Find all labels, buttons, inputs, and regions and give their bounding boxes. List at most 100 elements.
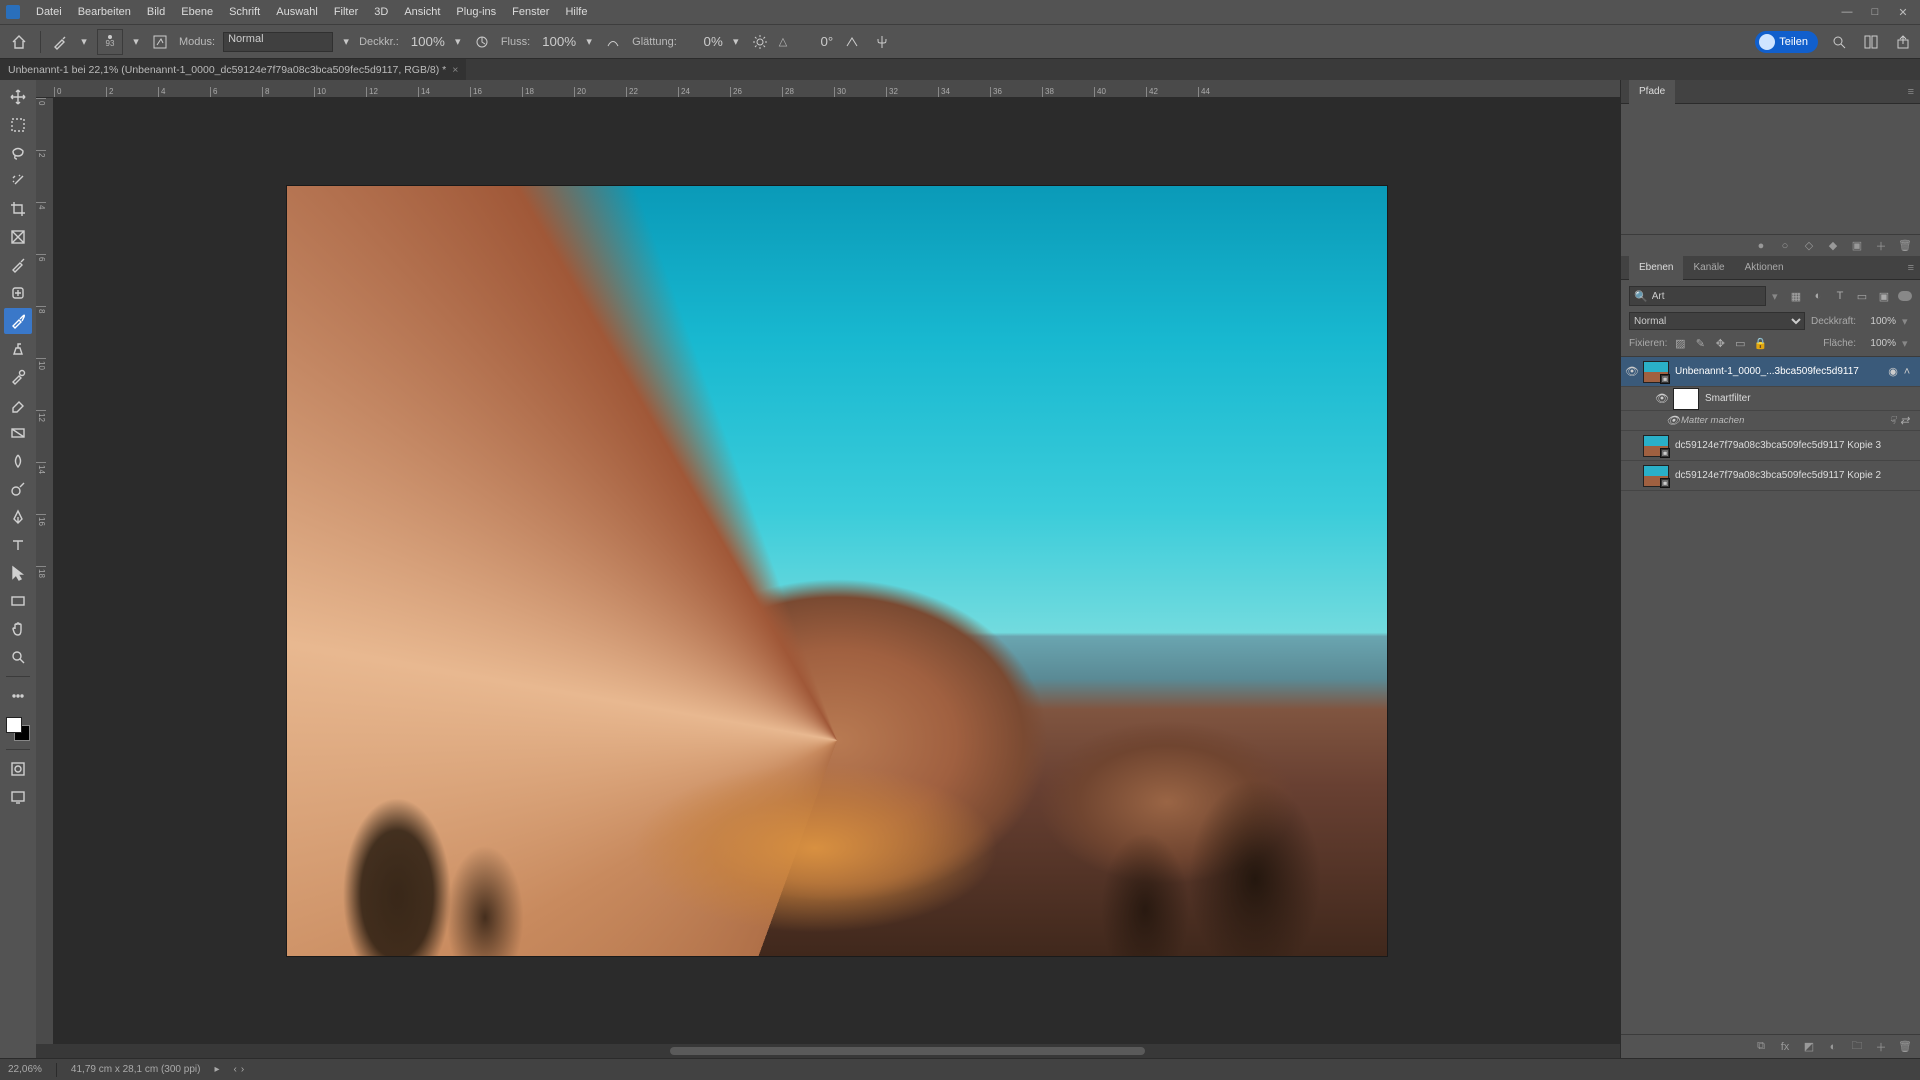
layer-mask-icon[interactable]: ◩ [1802,1040,1816,1054]
filter-mask-thumbnail[interactable] [1673,388,1699,410]
edit-toolbar-icon[interactable] [4,683,32,709]
lock-artboard-icon[interactable]: ▭ [1733,336,1747,350]
blur-tool[interactable] [4,448,32,474]
menu-layer[interactable]: Ebene [173,0,221,24]
lasso-tool[interactable] [4,140,32,166]
smart-filter-name[interactable]: Matter machen [1681,415,1885,426]
delete-path-icon[interactable]: 🗑 [1898,239,1912,253]
smoothing-options-icon[interactable] [749,31,771,53]
angle-input[interactable] [795,34,833,49]
healing-brush-tool[interactable] [4,280,32,306]
layer-style-icon[interactable]: fx [1778,1040,1792,1054]
search-icon[interactable] [1828,31,1850,53]
layer-filter-kind[interactable] [1652,291,1692,302]
new-layer-icon[interactable]: ＋ [1874,1040,1888,1054]
menu-window[interactable]: Fenster [504,0,557,24]
filter-blend-options-icon[interactable]: ⇄ [1900,414,1914,427]
menu-help[interactable]: Hilfe [557,0,595,24]
layer-visibility-toggle[interactable]: 👁 [1665,414,1681,427]
symmetry-icon[interactable] [871,31,893,53]
layer-row[interactable]: ▣ dc59124e7f79a08c3bca509fec5d9117 Kopie… [1621,431,1920,461]
status-dropdown-icon[interactable]: ▸ [214,1064,219,1075]
airbrush-icon[interactable] [602,31,624,53]
filter-smart-icon[interactable]: ▣ [1876,288,1892,304]
history-brush-tool[interactable] [4,364,32,390]
lock-all-icon[interactable]: 🔒 [1753,336,1767,350]
selection-to-path-icon[interactable]: ◆ [1826,239,1840,253]
smoothing-dropdown-icon[interactable]: ▾ [731,32,741,52]
layer-thumbnail[interactable]: ▣ [1643,361,1669,383]
layer-name[interactable]: Unbenannt-1_0000_...3bca509fec5d9117 [1675,366,1886,377]
add-mask-icon[interactable]: ▣ [1850,239,1864,253]
pen-tool[interactable] [4,504,32,530]
filter-dropdown-icon[interactable]: ▾ [1772,290,1782,303]
menu-plugins[interactable]: Plug-ins [448,0,504,24]
horizontal-ruler[interactable]: 0246810121416182022242628303234363840424… [36,80,1620,98]
horizontal-scrollbar[interactable] [36,1044,1620,1058]
smart-filter-row[interactable]: 👁 Smartfilter [1621,387,1920,411]
layer-opacity-dropdown-icon[interactable]: ▾ [1902,315,1912,328]
brush-tool[interactable] [4,308,32,334]
dodge-tool[interactable] [4,476,32,502]
layer-visibility-toggle[interactable]: 👁 [1621,365,1643,378]
gradient-tool[interactable] [4,420,32,446]
screen-mode-icon[interactable] [4,784,32,810]
workspace-icon[interactable] [1860,31,1882,53]
layer-list[interactable]: 👁 ▣ Unbenannt-1_0000_...3bca509fec5d9117… [1621,357,1920,1034]
layer-group-icon[interactable]: 🗀 [1850,1040,1864,1054]
filter-pixel-icon[interactable]: ▦ [1788,288,1804,304]
status-next-icon[interactable]: › [241,1064,244,1075]
hand-tool[interactable] [4,616,32,642]
marquee-tool[interactable] [4,112,32,138]
eyedropper-tool[interactable] [4,252,32,278]
layer-filter-select[interactable]: 🔍 [1629,286,1766,306]
zoom-tool[interactable] [4,644,32,670]
tool-preset-icon[interactable] [49,31,71,53]
pressure-opacity-icon[interactable] [471,31,493,53]
tab-actions[interactable]: Aktionen [1735,256,1794,280]
brush-preview[interactable]: 93 [97,29,123,55]
canvas-viewport[interactable] [54,98,1620,1044]
tool-preset-dropdown-icon[interactable]: ▾ [79,32,89,52]
pressure-size-icon[interactable] [841,31,863,53]
menu-filter[interactable]: Filter [326,0,366,24]
home-button[interactable] [6,29,32,55]
layer-visibility-toggle[interactable]: 👁 [1651,392,1673,405]
move-tool[interactable] [4,84,32,110]
layer-blend-mode-select[interactable]: Normal [1629,312,1805,330]
paths-panel-body[interactable] [1621,104,1920,234]
path-selection-tool[interactable] [4,560,32,586]
stroke-path-icon[interactable]: ○ [1778,239,1792,253]
layer-name[interactable]: dc59124e7f79a08c3bca509fec5d9117 Kopie 3 [1675,440,1914,451]
document-dimensions[interactable]: 41,79 cm x 28,1 cm (300 ppi) [71,1064,201,1075]
filter-shape-icon[interactable]: ▭ [1854,288,1870,304]
window-minimize-icon[interactable]: — [1840,5,1854,19]
eraser-tool[interactable] [4,392,32,418]
foreground-color-swatch[interactable] [6,717,22,733]
new-path-icon[interactable]: ＋ [1874,239,1888,253]
close-tab-icon[interactable]: × [452,64,458,76]
crop-tool[interactable] [4,196,32,222]
tab-layers[interactable]: Ebenen [1629,256,1683,280]
opacity-input[interactable] [407,34,445,49]
opacity-dropdown-icon[interactable]: ▾ [453,32,463,52]
path-to-selection-icon[interactable]: ◇ [1802,239,1816,253]
menu-image[interactable]: Bild [139,0,173,24]
collapse-icon[interactable]: ˄ [1900,365,1914,379]
frame-tool[interactable] [4,224,32,250]
magic-wand-tool[interactable] [4,168,32,194]
export-share-icon[interactable] [1892,31,1914,53]
delete-layer-icon[interactable]: 🗑 [1898,1040,1912,1054]
filter-fx-badge-icon[interactable]: ◉ [1886,365,1900,379]
smoothing-input[interactable] [685,34,723,49]
type-tool[interactable] [4,532,32,558]
link-layers-icon[interactable]: ⧉ [1754,1040,1768,1054]
filter-toggle[interactable] [1898,291,1912,301]
layer-row[interactable]: 👁 ▣ Unbenannt-1_0000_...3bca509fec5d9117… [1621,357,1920,387]
fill-input[interactable] [1862,338,1896,349]
menu-3d[interactable]: 3D [366,0,396,24]
layer-thumbnail[interactable]: ▣ [1643,435,1669,457]
status-prev-icon[interactable]: ‹ [233,1064,236,1075]
share-button[interactable]: Teilen [1755,31,1818,53]
menu-select[interactable]: Auswahl [268,0,326,24]
